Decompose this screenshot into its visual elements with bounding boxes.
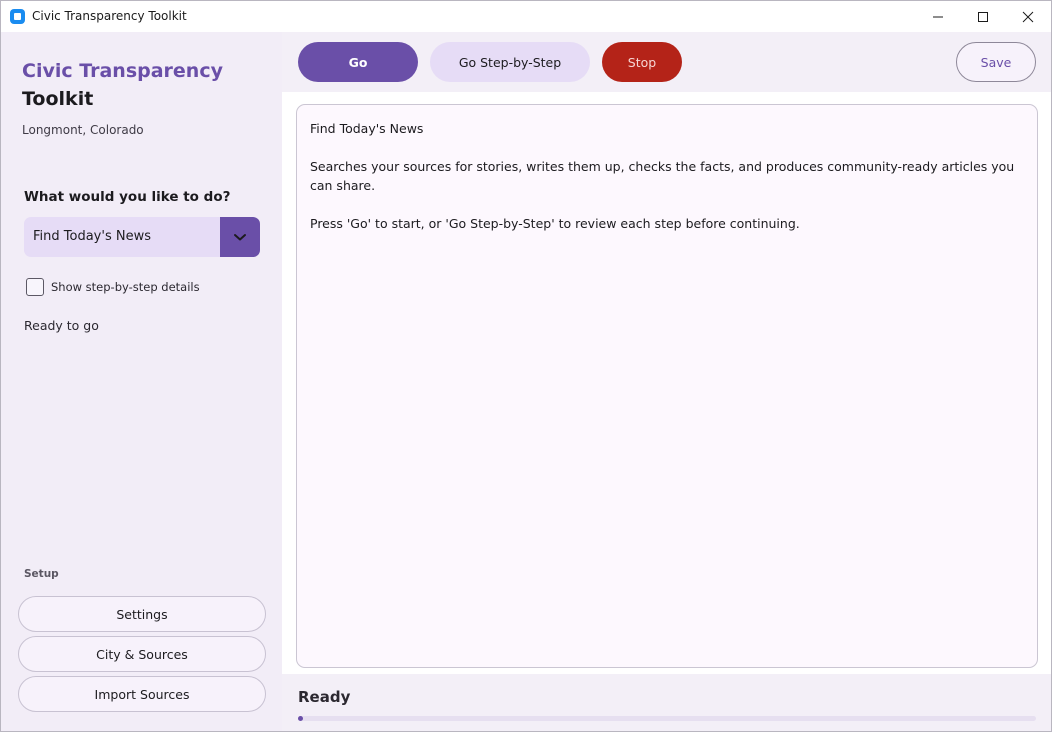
task-select-toggle[interactable] [220, 217, 260, 257]
go-button[interactable]: Go [298, 42, 418, 82]
show-details-option[interactable]: Show step-by-step details [26, 278, 200, 296]
setup-section-label: Setup [24, 568, 59, 580]
close-icon [1022, 11, 1034, 22]
window-title: Civic Transparency Toolkit [32, 9, 187, 23]
task-prompt: What would you like to do? [24, 189, 231, 205]
city-sources-button[interactable]: City & Sources [18, 636, 266, 672]
output-text-panel[interactable]: Find Today's News Searches your sources … [296, 104, 1038, 668]
minimize-icon [933, 16, 943, 17]
footer-status: Ready [298, 688, 351, 706]
progress-fill [298, 716, 303, 721]
maximize-button[interactable] [960, 1, 1006, 32]
app-name-line-2: Toolkit [22, 88, 94, 110]
stop-button[interactable]: Stop [602, 42, 682, 82]
go-step-by-step-button[interactable]: Go Step-by-Step [430, 42, 590, 82]
task-title: Find Today's News [310, 121, 424, 136]
title-bar: Civic Transparency Toolkit [1, 1, 1051, 32]
status-footer: Ready [282, 674, 1051, 731]
chevron-down-icon [234, 234, 246, 241]
app-name: Civic Transparency [22, 60, 223, 82]
save-button[interactable]: Save [956, 42, 1036, 82]
app-window: Civic Transparency Toolkit Civic Transpa… [0, 0, 1052, 732]
toolbar: Go Go Step-by-Step Stop Save [282, 32, 1051, 92]
minimize-button[interactable] [915, 1, 961, 32]
app-icon [10, 9, 25, 24]
show-details-label: Show step-by-step details [51, 280, 200, 294]
close-button[interactable] [1005, 1, 1051, 32]
import-sources-button[interactable]: Import Sources [18, 676, 266, 712]
task-select-value: Find Today's News [33, 229, 151, 244]
show-details-checkbox[interactable] [26, 278, 44, 296]
maximize-icon [978, 11, 988, 22]
sidebar: Civic Transparency Toolkit Longmont, Col… [1, 32, 282, 731]
progress-bar [298, 716, 1036, 721]
task-instructions: Press 'Go' to start, or 'Go Step-by-Step… [310, 216, 800, 231]
settings-button[interactable]: Settings [18, 596, 266, 632]
content-area: Find Today's News Searches your sources … [282, 92, 1051, 674]
location-label: Longmont, Colorado [22, 123, 144, 137]
sidebar-status: Ready to go [24, 318, 99, 333]
task-select[interactable]: Find Today's News [24, 217, 260, 257]
task-description: Searches your sources for stories, write… [310, 159, 1015, 193]
